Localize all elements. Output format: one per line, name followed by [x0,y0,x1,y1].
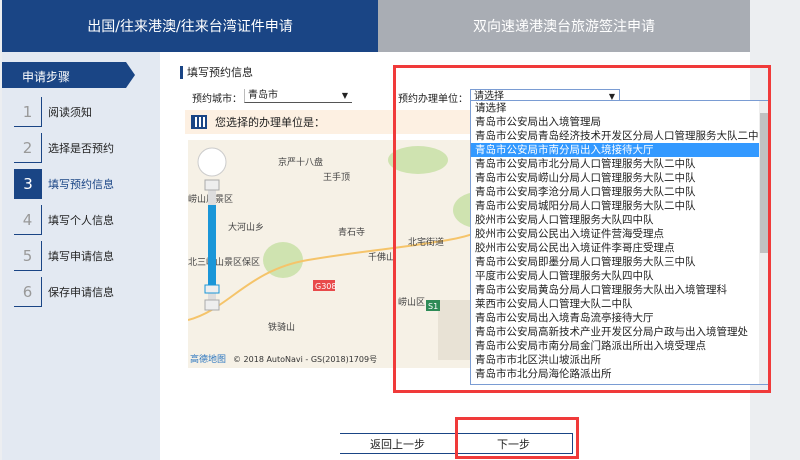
step-1: 1 阅读须知 [14,97,92,127]
highlight-box-next [455,417,579,459]
zoom-level [208,205,216,285]
zoom-handle[interactable] [204,284,220,294]
map-label: 北三崂山景区保区 [188,256,260,268]
step-number: 6 [14,277,42,307]
city-label: 预约城市： [192,94,242,105]
step-label: 填写申请信息 [48,250,114,263]
map-label: 铁骑山 [268,321,295,333]
map-label: 京严十八盘 [278,156,323,168]
tab-endorsement-application[interactable]: 双向速递港澳台旅游签注申请 [378,0,750,52]
map-label: 青石寺 [338,226,365,238]
calendar-icon [191,115,207,129]
step-5: 5 填写申请信息 [14,241,114,271]
back-label: 返回上一步 [370,437,425,451]
zoom-in-icon[interactable] [204,179,220,191]
tab-label: 出国/往来港澳/往来台湾证件申请 [87,19,293,35]
step-2: 2 选择是否预约 [14,133,114,163]
map-attribution: © 2018 AutoNavi - GS(2018)1709号 [233,355,377,364]
step-number: 2 [14,133,42,163]
zoom-out-icon[interactable] [204,299,220,311]
step-number: 4 [14,205,42,235]
step-label: 填写个人信息 [48,214,114,227]
chevron-down-icon: ▼ [341,91,348,100]
step-4: 4 填写个人信息 [14,205,114,235]
back-button[interactable]: 返回上一步 [340,433,455,454]
map-label: 王手顶 [323,171,350,183]
step-number: 5 [14,241,42,271]
map-logo: 高德地图 [190,353,226,365]
step-number: 1 [14,97,42,127]
step-label: 选择是否预约 [48,142,114,155]
step-label: 填写预约信息 [48,178,114,191]
step-label: 保存申请信息 [48,286,114,299]
step-6: 6 保存申请信息 [14,277,114,307]
city-select[interactable]: 青岛市 ▼ [244,89,352,103]
step-label: 阅读须知 [48,106,92,119]
road-shield-label: G308 [315,282,336,291]
highlight-box-dropdown [393,65,771,393]
map-label: 千佛山 [368,251,395,263]
step-3: 3 填写预约信息 [14,169,114,199]
city-value: 青岛市 [248,90,278,101]
pan-control-icon[interactable] [197,147,227,177]
map-label: 大河山乡 [228,221,264,233]
step-number: 3 [14,169,42,199]
selected-unit-text: 您选择的办理单位是： [215,116,325,129]
steps-header: 申请步骤 [2,62,135,88]
tab-certificate-application[interactable]: 出国/往来港澳/往来台湾证件申请 [2,0,378,52]
section-title: 填写预约信息 [180,66,253,79]
tab-label: 双向速递港澳台旅游签注申请 [473,19,655,35]
